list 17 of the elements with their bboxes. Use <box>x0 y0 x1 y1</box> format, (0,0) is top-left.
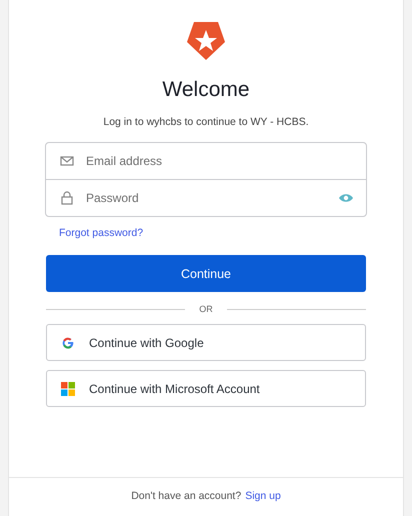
envelope-icon <box>60 154 74 168</box>
microsoft-logo-icon <box>61 382 75 396</box>
lock-icon <box>60 191 74 205</box>
google-g-icon <box>61 336 75 350</box>
google-login-button[interactable]: Continue with Google <box>46 324 366 361</box>
or-separator: OR <box>199 304 213 314</box>
continue-button[interactable]: Continue <box>46 255 366 292</box>
welcome-title: Welcome <box>162 78 250 102</box>
eye-icon[interactable] <box>338 192 354 204</box>
star-shield-logo-icon <box>186 20 226 62</box>
footer-text: Don't have an account? <box>131 490 242 502</box>
microsoft-login-button[interactable]: Continue with Microsoft Account <box>46 370 366 407</box>
email-input[interactable]: Email address <box>86 154 354 168</box>
password-input[interactable]: Password <box>86 191 326 205</box>
forgot-password-link[interactable]: Forgot password? <box>59 227 144 239</box>
subtitle: Log in to wyhcbs to continue to WY - HCBS. <box>103 116 309 128</box>
sign-up-link[interactable]: Sign up <box>245 490 281 502</box>
